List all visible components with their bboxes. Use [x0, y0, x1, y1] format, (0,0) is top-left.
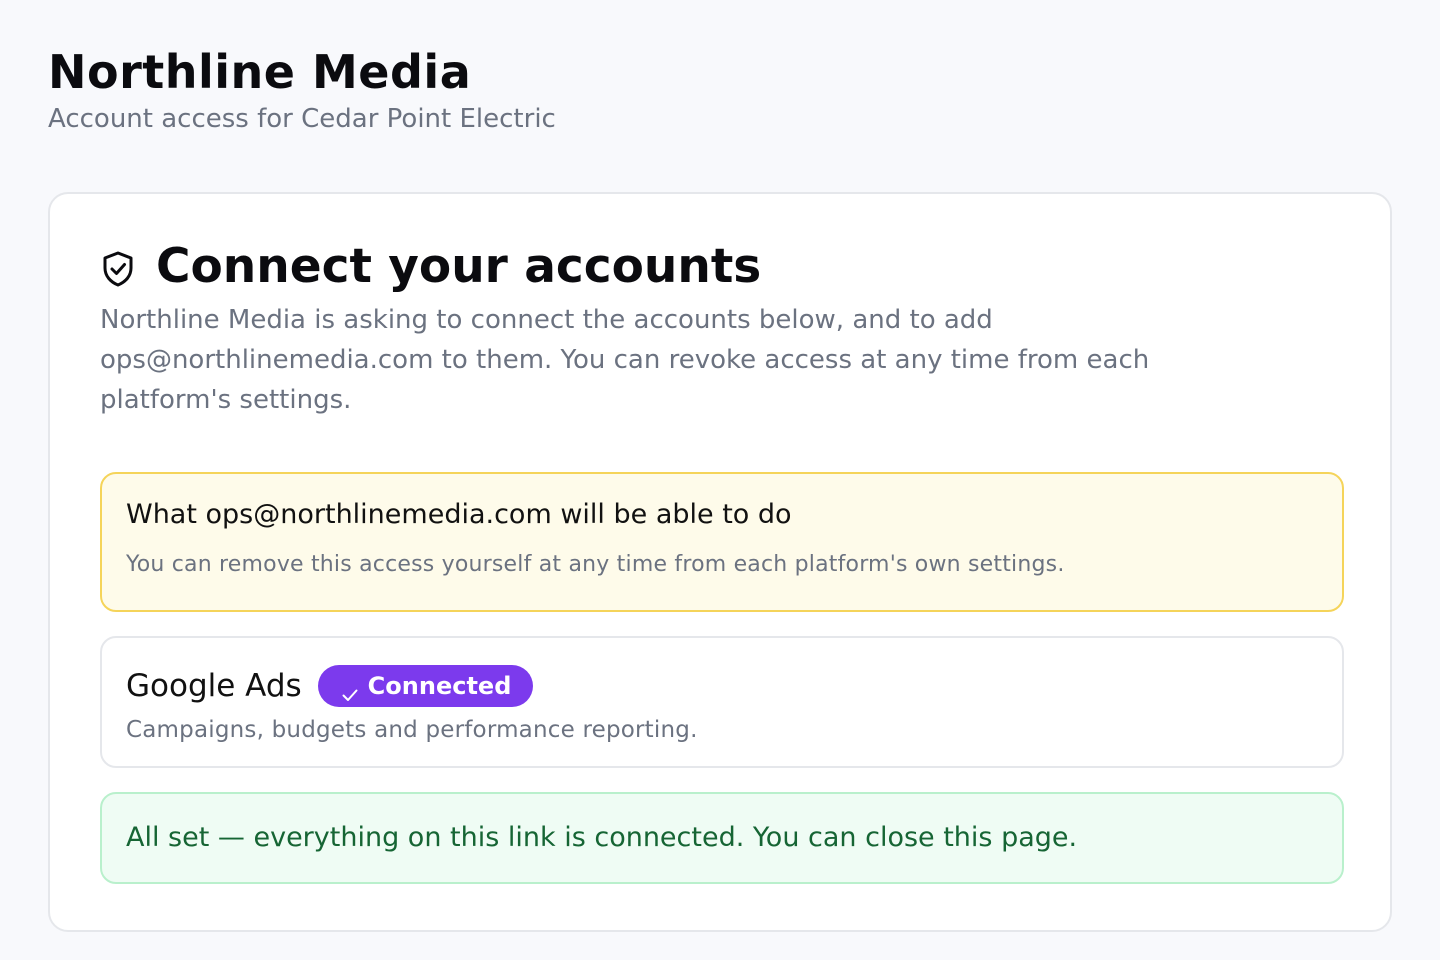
platform-row: Google Ads Connected	[126, 664, 1318, 708]
success-text: All set — everything on this link is con…	[126, 822, 1078, 853]
check-icon	[340, 676, 360, 701]
notice-title: What ops@northlinemedia.com will be able…	[126, 499, 792, 530]
platform-item-google-ads: Google Ads Connected Campaigns, budgets …	[100, 636, 1344, 768]
platform-name: Google Ads	[126, 668, 302, 704]
access-notice: What ops@northlinemedia.com will be able…	[100, 472, 1344, 612]
status-badge-label: Connected	[367, 672, 512, 700]
notice-body: You can remove this access yourself at a…	[126, 552, 1065, 577]
page-title: Northline Media	[48, 45, 472, 99]
page-subtitle: Account access for Cedar Point Electric	[48, 104, 556, 134]
card-title: Connect your accounts	[156, 239, 762, 294]
shield-check-icon	[100, 250, 136, 288]
card-description: Northline Media is asking to connect the…	[100, 305, 1150, 415]
page: Northline Media Account access for Cedar…	[0, 0, 1440, 960]
connect-accounts-card: Connect your accounts Northline Media is…	[48, 192, 1392, 932]
card-heading: Connect your accounts	[100, 236, 1340, 298]
status-badge: Connected	[317, 665, 534, 707]
success-message: All set — everything on this link is con…	[100, 792, 1344, 884]
platform-description: Campaigns, budgets and performance repor…	[126, 717, 698, 743]
